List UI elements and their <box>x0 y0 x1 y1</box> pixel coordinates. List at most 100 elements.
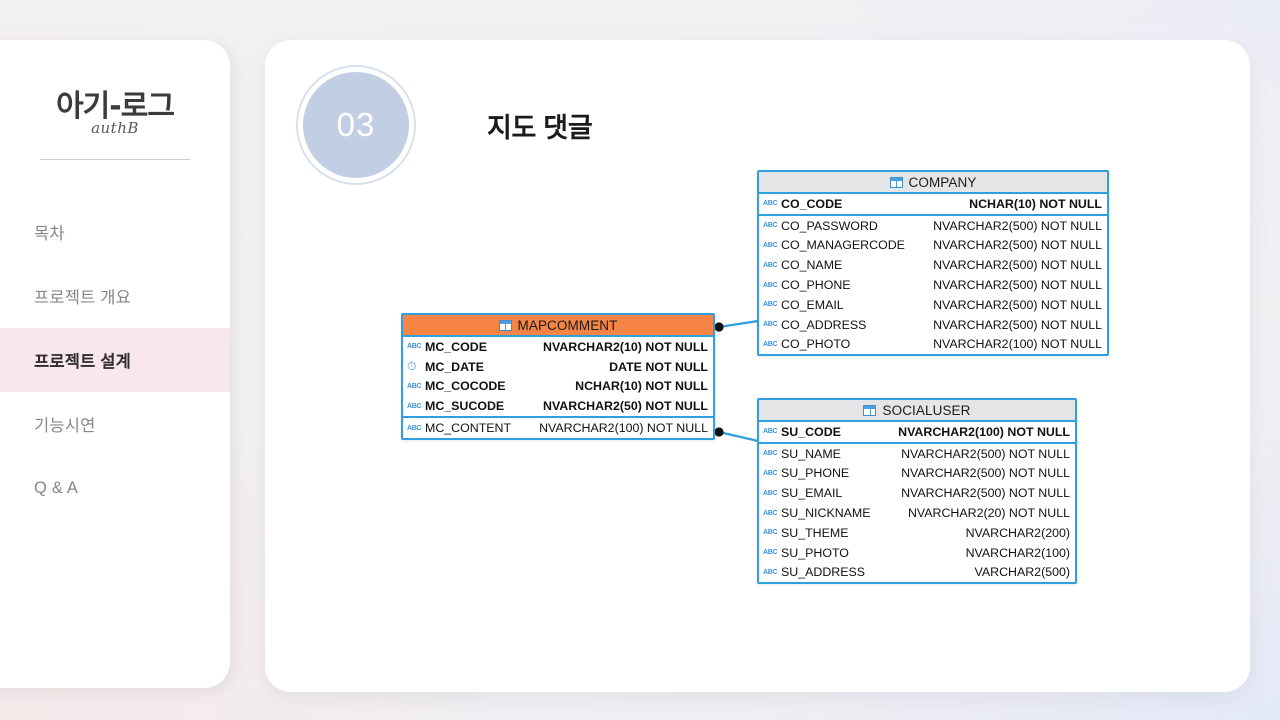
sidebar-item-label: 기능시연 <box>34 417 96 435</box>
column-type: NVARCHAR2(10) NOT NULL <box>543 339 708 354</box>
erd-table-company[interactable]: COMPANY ABC CO_CODE NCHAR(10) NOT NULL A… <box>757 170 1109 357</box>
column-name: CO_PHOTO <box>781 337 851 352</box>
column-zone: ABC SU_NAME NVARCHAR2(500) NOT NULL ABC … <box>759 444 1075 583</box>
erd-table-name: COMPANY <box>908 174 977 190</box>
table-row: ABC SU_PHOTO NVARCHAR2(100) <box>759 543 1075 563</box>
table-row: ABC SU_PHONE NVARCHAR2(500) NOT NULL <box>759 464 1075 484</box>
column-name: CO_CODE <box>781 196 843 211</box>
table-row: ABC MC_COCODE NCHAR(10) NOT NULL <box>403 377 713 397</box>
abc-icon: ABC <box>763 489 778 497</box>
column-name: MC_COCODE <box>425 379 506 394</box>
relationship-endpoint-socialuser <box>714 427 724 437</box>
column-type: NVARCHAR2(500) NOT NULL <box>933 297 1102 312</box>
column-name: SU_ADDRESS <box>781 565 866 580</box>
column-type: NVARCHAR2(200) <box>965 525 1070 540</box>
column-type: NVARCHAR2(100) <box>965 545 1070 560</box>
table-row: ABC CO_PASSWORD NVARCHAR2(500) NOT NULL <box>759 216 1107 236</box>
abc-icon: ABC <box>763 222 778 230</box>
column-type: NCHAR(10) NOT NULL <box>969 196 1102 211</box>
abc-icon: ABC <box>407 343 422 351</box>
erd-table-name: MAPCOMMENT <box>517 317 618 333</box>
column-type: VARCHAR2(500) <box>974 565 1070 580</box>
column-name: MC_SUCODE <box>425 399 505 414</box>
column-type: NVARCHAR2(500) NOT NULL <box>933 317 1102 332</box>
table-row: ⏱ MC_DATE DATE NOT NULL <box>403 357 713 377</box>
table-row: ABC CO_CODE NCHAR(10) NOT NULL <box>759 194 1107 214</box>
column-type: NVARCHAR2(500) NOT NULL <box>933 218 1102 233</box>
column-name: CO_PHONE <box>781 278 851 293</box>
column-type: NVARCHAR2(50) NOT NULL <box>543 399 708 414</box>
table-row: ABC SU_CODE NVARCHAR2(100) NOT NULL <box>759 422 1075 442</box>
column-type: NVARCHAR2(500) NOT NULL <box>901 466 1070 481</box>
brand-divider <box>40 159 190 160</box>
table-row: ABC SU_ADDRESS VARCHAR2(500) <box>759 563 1075 583</box>
sidebar-item-demo[interactable]: 기능시연 <box>0 392 230 456</box>
column-type: DATE NOT NULL <box>609 359 708 374</box>
table-grid-icon <box>498 319 512 331</box>
table-row: ABC CO_EMAIL NVARCHAR2(500) NOT NULL <box>759 295 1107 315</box>
sidebar-item-project-overview[interactable]: 프로젝트 개요 <box>0 264 230 328</box>
abc-icon: ABC <box>763 241 778 249</box>
abc-icon: ABC <box>407 382 422 390</box>
sidebar-item-label: Q & A <box>34 478 79 497</box>
sidebar-item-qna[interactable]: Q & A <box>0 456 230 520</box>
clock-icon: ⏱ <box>407 359 417 374</box>
column-name: SU_PHONE <box>781 466 850 481</box>
erd-table-header: SOCIALUSER <box>759 400 1075 422</box>
abc-icon: ABC <box>763 281 778 289</box>
erd-table-name: SOCIALUSER <box>882 402 971 418</box>
column-type: NVARCHAR2(500) NOT NULL <box>901 486 1070 501</box>
abc-icon: ABC <box>407 424 422 432</box>
table-row: ABC CO_PHOTO NVARCHAR2(100) NOT NULL <box>759 335 1107 355</box>
column-zone: ABC CO_PASSWORD NVARCHAR2(500) NOT NULL … <box>759 216 1107 355</box>
sidebar-item-toc[interactable]: 목차 <box>0 200 230 264</box>
brand-block: 아기-로그 authB <box>0 92 230 160</box>
abc-icon: ABC <box>763 549 778 557</box>
sidebar-item-label: 목차 <box>34 225 65 243</box>
column-name: CO_EMAIL <box>781 297 844 312</box>
brand-subtitle: authB <box>91 119 139 137</box>
abc-icon: ABC <box>763 469 778 477</box>
erd-table-socialuser[interactable]: SOCIALUSER ABC SU_CODE NVARCHAR2(100) NO… <box>757 398 1077 585</box>
table-row: ABC CO_NAME NVARCHAR2(500) NOT NULL <box>759 255 1107 275</box>
sidebar-item-label: 프로젝트 개요 <box>34 289 132 307</box>
table-row: ABC SU_EMAIL NVARCHAR2(500) NOT NULL <box>759 483 1075 503</box>
column-type: NVARCHAR2(500) NOT NULL <box>933 258 1102 273</box>
column-type: NVARCHAR2(20) NOT NULL <box>907 506 1070 521</box>
table-row: ABC SU_NICKNAME NVARCHAR2(20) NOT NULL <box>759 503 1075 523</box>
abc-icon: ABC <box>763 428 778 436</box>
column-name: CO_ADDRESS <box>781 317 867 332</box>
table-row: ABC MC_CONTENT NVARCHAR2(100) NOT NULL <box>403 418 713 438</box>
slide-content-card: 03 지도 댓글 MAPCOMMENT ABC MC_CODE NVARCHAR… <box>265 40 1250 692</box>
table-row: ABC CO_ADDRESS NVARCHAR2(500) NOT NULL <box>759 315 1107 335</box>
column-zone: ABC MC_CONTENT NVARCHAR2(100) NOT NULL <box>403 418 713 438</box>
sidebar-item-project-design[interactable]: 프로젝트 설계 <box>0 328 230 392</box>
relationship-line-mapcomment-company <box>718 319 759 329</box>
abc-icon: ABC <box>763 301 778 309</box>
column-type: NVARCHAR2(100) NOT NULL <box>898 424 1070 439</box>
erd-table-mapcomment[interactable]: MAPCOMMENT ABC MC_CODE NVARCHAR2(10) NOT… <box>401 313 715 440</box>
sidebar-item-label: 프로젝트 설계 <box>34 353 132 371</box>
column-name: CO_MANAGERCODE <box>781 238 905 253</box>
table-row: ABC CO_MANAGERCODE NVARCHAR2(500) NOT NU… <box>759 236 1107 256</box>
column-name: SU_CODE <box>781 424 841 439</box>
table-row: ABC CO_PHONE NVARCHAR2(500) NOT NULL <box>759 275 1107 295</box>
primary-key-zone: ABC MC_CODE NVARCHAR2(10) NOT NULL ⏱ MC_… <box>403 337 713 419</box>
erd-table-header: COMPANY <box>759 172 1107 194</box>
table-row: ABC SU_THEME NVARCHAR2(200) <box>759 523 1075 543</box>
table-row: ABC SU_NAME NVARCHAR2(500) NOT NULL <box>759 444 1075 464</box>
table-row: ABC MC_CODE NVARCHAR2(10) NOT NULL <box>403 337 713 357</box>
abc-icon: ABC <box>763 529 778 537</box>
erd-diagram: MAPCOMMENT ABC MC_CODE NVARCHAR2(10) NOT… <box>265 40 1250 692</box>
column-name: CO_PASSWORD <box>781 218 878 233</box>
abc-icon: ABC <box>763 321 778 329</box>
column-type: NVARCHAR2(500) NOT NULL <box>933 278 1102 293</box>
erd-table-header: MAPCOMMENT <box>403 315 713 337</box>
primary-key-zone: ABC SU_CODE NVARCHAR2(100) NOT NULL <box>759 422 1075 444</box>
column-name: CO_NAME <box>781 258 843 273</box>
column-name: MC_CODE <box>425 339 487 354</box>
abc-icon: ABC <box>763 261 778 269</box>
abc-icon: ABC <box>407 402 422 410</box>
column-type: NVARCHAR2(100) NOT NULL <box>539 421 708 436</box>
primary-key-zone: ABC CO_CODE NCHAR(10) NOT NULL <box>759 194 1107 216</box>
